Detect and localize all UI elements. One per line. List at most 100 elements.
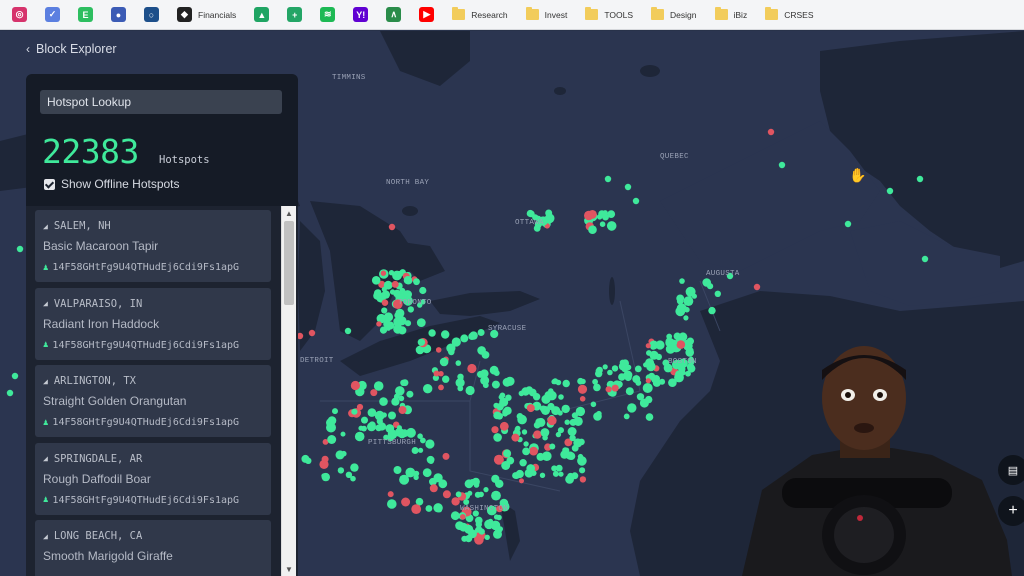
hotspot-dot[interactable] bbox=[493, 411, 502, 420]
hotspot-dot[interactable] bbox=[523, 441, 529, 447]
hotspot-dot[interactable] bbox=[611, 384, 619, 392]
bookmark-sheets[interactable]: + bbox=[287, 4, 303, 26]
hotspot-dot[interactable] bbox=[381, 412, 387, 418]
hotspot-dot[interactable] bbox=[578, 438, 585, 446]
hotspot-dot[interactable] bbox=[370, 389, 378, 397]
hotspot-dot[interactable] bbox=[645, 395, 653, 404]
bookmark-chart-app[interactable]: ✓ bbox=[45, 4, 60, 26]
hotspot-dot[interactable] bbox=[685, 348, 694, 357]
hotspot-dot[interactable] bbox=[584, 210, 594, 221]
hotspot-dot[interactable] bbox=[335, 450, 345, 460]
hotspot-dot[interactable] bbox=[491, 490, 501, 501]
bookmark-evernote[interactable]: E bbox=[78, 4, 93, 26]
hotspot-dot[interactable] bbox=[494, 480, 501, 486]
hotspot-dot[interactable] bbox=[381, 299, 389, 307]
hotspot-dot[interactable] bbox=[379, 397, 388, 406]
hotspot-dot[interactable] bbox=[478, 528, 485, 535]
hotspot-dot[interactable] bbox=[491, 380, 500, 389]
hotspot-dot[interactable] bbox=[646, 350, 652, 356]
hotspot-dot[interactable] bbox=[623, 370, 633, 380]
hotspot-dot[interactable] bbox=[680, 370, 686, 376]
hotspot-dot[interactable] bbox=[632, 197, 640, 205]
hotspot-dot[interactable] bbox=[376, 418, 383, 425]
hotspot-dot[interactable] bbox=[442, 490, 451, 499]
hotspot-dot[interactable] bbox=[522, 447, 530, 456]
hotspot-dot[interactable] bbox=[607, 369, 613, 376]
hotspot-list-item[interactable]: ◢ LONG BEACH, CA Smooth Marigold Giraffe bbox=[35, 520, 271, 576]
hotspot-dot[interactable] bbox=[547, 416, 557, 426]
hotspot-dot[interactable] bbox=[502, 377, 512, 387]
hotspot-dot[interactable] bbox=[435, 347, 442, 353]
bookmark-trading[interactable]: ∧ bbox=[386, 4, 402, 26]
hotspot-dot[interactable] bbox=[579, 467, 586, 474]
hotspot-dot[interactable] bbox=[332, 408, 338, 415]
hotspot-dot[interactable] bbox=[642, 383, 653, 393]
hotspot-dot[interactable] bbox=[319, 459, 329, 469]
hotspot-dot[interactable] bbox=[321, 473, 327, 479]
hotspot-dot[interactable] bbox=[540, 428, 550, 437]
hotspot-dot[interactable] bbox=[464, 524, 474, 534]
bookmark-financials[interactable]: ◆ Financials bbox=[177, 4, 236, 26]
hotspot-dot[interactable] bbox=[683, 296, 694, 306]
hotspot-dot[interactable] bbox=[655, 353, 662, 361]
hotspot-dot[interactable] bbox=[380, 270, 387, 276]
hotspot-dot[interactable] bbox=[484, 534, 490, 540]
bookmark-invest[interactable]: Invest bbox=[525, 4, 567, 26]
hotspot-dot[interactable] bbox=[475, 516, 483, 525]
hotspot-dot[interactable] bbox=[597, 214, 603, 220]
hotspot-dot[interactable] bbox=[605, 386, 612, 393]
offline-checkbox[interactable] bbox=[44, 178, 55, 190]
hotspot-dot[interactable] bbox=[645, 378, 651, 384]
hotspot-dot[interactable] bbox=[571, 444, 579, 452]
hotspot-dot[interactable] bbox=[381, 286, 387, 292]
hotspot-dot[interactable] bbox=[345, 471, 353, 478]
hotspot-dot[interactable] bbox=[675, 374, 682, 380]
hotspot-dot[interactable] bbox=[403, 276, 413, 285]
hotspot-dot[interactable] bbox=[413, 470, 420, 477]
hotspot-dot[interactable] bbox=[702, 278, 711, 287]
hotspot-dot[interactable] bbox=[552, 470, 559, 477]
hotspot-dot[interactable] bbox=[552, 378, 559, 385]
bookmark-research[interactable]: Research bbox=[452, 4, 508, 26]
hotspot-dot[interactable] bbox=[460, 514, 466, 520]
show-offline-toggle[interactable]: Show Offline Hotspots bbox=[44, 177, 180, 191]
hotspot-dot[interactable] bbox=[753, 283, 761, 291]
hotspot-dot[interactable] bbox=[398, 395, 405, 402]
hotspot-dot[interactable] bbox=[471, 477, 480, 486]
hotspot-dot[interactable] bbox=[551, 465, 558, 472]
hotspot-dot[interactable] bbox=[511, 433, 520, 442]
hotspot-dot[interactable] bbox=[387, 491, 394, 498]
hotspot-dot[interactable] bbox=[491, 426, 499, 434]
hotspot-dot[interactable] bbox=[501, 461, 511, 470]
hotspot-dot[interactable] bbox=[395, 427, 404, 437]
hotspot-dot[interactable] bbox=[668, 378, 677, 388]
hotspot-dot[interactable] bbox=[465, 385, 475, 396]
hotspot-dot[interactable] bbox=[564, 419, 570, 425]
scroll-thumb[interactable] bbox=[284, 221, 294, 305]
hotspot-dot[interactable] bbox=[438, 384, 444, 391]
hotspot-dot[interactable] bbox=[632, 375, 641, 384]
hotspot-dot[interactable] bbox=[643, 362, 649, 368]
hotspot-dot[interactable] bbox=[542, 451, 552, 462]
hotspot-dot[interactable] bbox=[767, 128, 775, 136]
hotspot-dot[interactable] bbox=[391, 280, 399, 288]
hotspot-dot[interactable] bbox=[611, 365, 619, 372]
hotspot-dot[interactable] bbox=[387, 499, 397, 509]
hotspot-dot[interactable] bbox=[442, 375, 450, 383]
hotspot-dot[interactable] bbox=[416, 318, 426, 327]
hotspot-dot[interactable] bbox=[376, 321, 382, 327]
hotspot-list-item[interactable]: ◢ SPRINGDALE, AR Rough Daffodil Boar ♟ 14F58… bbox=[35, 442, 271, 515]
hotspot-dot[interactable] bbox=[450, 511, 460, 521]
hotspot-dot[interactable] bbox=[6, 389, 14, 397]
hotspot-dot[interactable] bbox=[558, 394, 564, 400]
hotspot-dot[interactable] bbox=[351, 408, 358, 415]
hotspot-dot[interactable] bbox=[406, 390, 414, 398]
hotspot-dot[interactable] bbox=[428, 329, 436, 337]
hotspot-dot[interactable] bbox=[477, 346, 486, 355]
hotspot-dot[interactable] bbox=[455, 491, 462, 498]
hotspot-dot[interactable] bbox=[844, 220, 852, 228]
hotspot-dot[interactable] bbox=[561, 404, 570, 414]
hotspot-dot[interactable] bbox=[595, 369, 603, 378]
hotspot-dot[interactable] bbox=[428, 458, 434, 465]
hotspot-dot[interactable] bbox=[676, 294, 685, 303]
